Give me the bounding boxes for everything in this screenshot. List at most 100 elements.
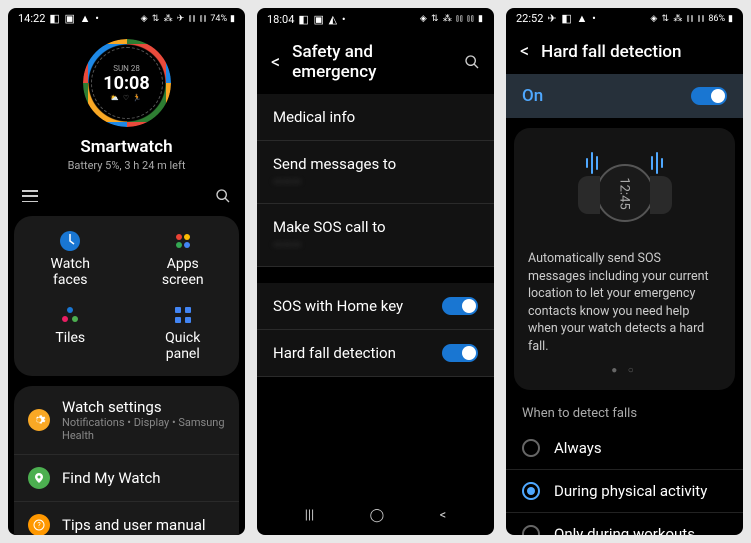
find-my-watch-item[interactable]: Find My Watch [14, 455, 239, 502]
watch-screen-time: 12:45 [617, 177, 632, 209]
watch-time: 10:08 [103, 73, 149, 94]
apps-screen-tile[interactable]: Apps screen [127, 230, 240, 288]
location-icon [28, 467, 50, 489]
sos-home-key-toggle[interactable] [442, 297, 478, 315]
screen-header: < Safety and emergency [257, 30, 494, 94]
watch-illustration: 12:45 [528, 146, 721, 236]
status-bar: 18:04 ◧ ▣ ◭ • ◈ ⇅ ⁂ ⫾⫾ ⫾⫾ ▮ [257, 8, 494, 30]
on-label: On [522, 86, 543, 106]
back-button[interactable]: < [440, 508, 447, 523]
apps-screen-icon [172, 230, 194, 252]
sound-wave-icon [651, 146, 663, 174]
watch-body-icon: 12:45 [596, 164, 654, 222]
status-notif-icons: ◧ ▣ ◭ • [298, 13, 346, 26]
master-toggle-row[interactable]: On [506, 74, 743, 118]
option-during-activity[interactable]: During physical activity [506, 470, 743, 513]
card-description: Automatically send SOS messages includin… [528, 250, 721, 355]
battery-icon: ▮ [728, 14, 733, 24]
make-sos-value: ——— [273, 238, 301, 252]
send-messages-item[interactable]: Send messages to ——— [257, 141, 494, 204]
watch-complications: ⛅ ♡ 🏃 [110, 94, 142, 102]
device-name: Smartwatch [80, 137, 172, 157]
master-toggle[interactable] [691, 87, 727, 105]
status-time: 14:22 [18, 12, 45, 25]
status-system-icons: ◈ ⇅ ⁂ ⫾⫾ ⫾⫾ ▮ [420, 14, 484, 24]
safety-emergency-screen: 18:04 ◧ ▣ ◭ • ◈ ⇅ ⁂ ⫾⫾ ⫾⫾ ▮ < Safety and… [257, 8, 494, 535]
radio-icon [522, 439, 540, 457]
quick-tiles: Watch faces Apps screen Tiles Quick pane… [14, 216, 239, 376]
option-always-label: Always [554, 439, 602, 457]
status-battery: 74% [210, 14, 227, 24]
battery-icon: ▮ [230, 14, 235, 24]
svg-text:?: ? [37, 522, 41, 530]
make-sos-item[interactable]: Make SOS call to ——— [257, 204, 494, 267]
quick-panel-tile[interactable]: Quick panel [127, 304, 240, 362]
sos-home-key-label: SOS with Home key [273, 297, 403, 315]
watch-preview[interactable]: SUN 28 10:08 ⛅ ♡ 🏃 Smartwatch Battery 5%… [8, 29, 245, 180]
status-bar: 14:22 ◧ ▣ ▲ • ◈ ⇅ ⁂ ✈ ⫾⫾ ⫾⫾ 74% ▮ [8, 8, 245, 29]
status-system-icons: ◈ ⇅ ⁂ ⫾⫾ ⫾⫾ [650, 14, 705, 24]
watch-settings-item[interactable]: Watch settings Notifications • Display •… [14, 386, 239, 455]
sound-wave-icon [586, 146, 598, 174]
illustration-card: 12:45 Automatically send SOS messages in… [514, 128, 735, 390]
page-title: Hard fall detection [541, 42, 729, 62]
radio-icon [522, 525, 540, 535]
page-indicator: ● ○ [528, 365, 721, 376]
search-icon[interactable] [215, 188, 231, 204]
wearable-home-screen: 14:22 ◧ ▣ ▲ • ◈ ⇅ ⁂ ✈ ⫾⫾ ⫾⫾ 74% ▮ SUN 28… [8, 8, 245, 535]
page-title: Safety and emergency [292, 42, 452, 82]
status-battery: 86% [708, 14, 725, 24]
radio-checked-icon [522, 482, 540, 500]
hard-fall-toggle[interactable] [442, 344, 478, 362]
back-icon[interactable]: < [520, 41, 529, 62]
section-label: When to detect falls [506, 400, 743, 427]
gear-icon [28, 409, 50, 431]
watch-date: SUN 28 [113, 64, 140, 73]
home-button[interactable]: ◯ [370, 508, 385, 523]
hard-fall-detection-screen: 22:52 ✈ ◧ ▲ • ◈ ⇅ ⁂ ⫾⫾ ⫾⫾ 86% ▮ < Hard f… [506, 8, 743, 535]
status-time: 18:04 [267, 13, 294, 26]
medical-info-item[interactable]: Medical info [257, 94, 494, 141]
settings-list: Watch settings Notifications • Display •… [14, 386, 239, 535]
tiles-tile[interactable]: Tiles [14, 304, 127, 362]
tiles-label: Tiles [55, 330, 85, 346]
nav-bar: ||| ◯ < [257, 495, 494, 535]
status-bar: 22:52 ✈ ◧ ▲ • ◈ ⇅ ⁂ ⫾⫾ ⫾⫾ 86% ▮ [506, 8, 743, 29]
quick-panel-icon [172, 304, 194, 326]
status-notif-icons: ◧ ▣ ▲ • [49, 12, 100, 25]
hard-fall-label: Hard fall detection [273, 344, 396, 362]
watch-faces-icon [59, 230, 81, 252]
tiles-icon [59, 304, 81, 326]
battery-info: Battery 5%, 3 h 24 m left [68, 159, 186, 172]
toggle-group: SOS with Home key Hard fall detection [257, 283, 494, 377]
watch-faces-tile[interactable]: Watch faces [14, 230, 127, 288]
status-system-icons: ◈ ⇅ ⁂ ✈ ⫾⫾ ⫾⫾ [141, 14, 208, 24]
send-messages-label: Send messages to [273, 155, 396, 173]
status-notif-icons: ✈ ◧ ▲ • [547, 12, 596, 25]
option-during-activity-label: During physical activity [554, 482, 707, 500]
make-sos-label: Make SOS call to [273, 218, 386, 236]
apps-screen-label: Apps screen [162, 256, 204, 288]
hard-fall-item[interactable]: Hard fall detection [257, 330, 494, 377]
quick-panel-label: Quick panel [165, 330, 200, 362]
recents-button[interactable]: ||| [305, 508, 315, 523]
send-messages-value: ——— [273, 175, 301, 189]
info-group: Medical info Send messages to ——— Make S… [257, 94, 494, 267]
medical-info-label: Medical info [273, 108, 355, 126]
watch-faces-label: Watch faces [51, 256, 90, 288]
screen-header: < Hard fall detection [506, 29, 743, 74]
status-time: 22:52 [516, 12, 543, 25]
option-always[interactable]: Always [506, 427, 743, 470]
tips-label: Tips and user manual [62, 516, 206, 534]
menu-icon[interactable] [22, 190, 38, 202]
watch-settings-title: Watch settings [62, 398, 225, 416]
find-my-watch-label: Find My Watch [62, 469, 161, 487]
toolbar [8, 180, 245, 212]
watch-settings-sub: Notifications • Display • Samsung Health [62, 416, 225, 442]
back-icon[interactable]: < [271, 52, 280, 73]
tips-item[interactable]: ? Tips and user manual [14, 502, 239, 535]
search-icon[interactable] [464, 54, 480, 70]
option-only-workouts[interactable]: Only during workouts [506, 513, 743, 535]
sos-home-key-item[interactable]: SOS with Home key [257, 283, 494, 330]
option-only-workouts-label: Only during workouts [554, 525, 695, 535]
